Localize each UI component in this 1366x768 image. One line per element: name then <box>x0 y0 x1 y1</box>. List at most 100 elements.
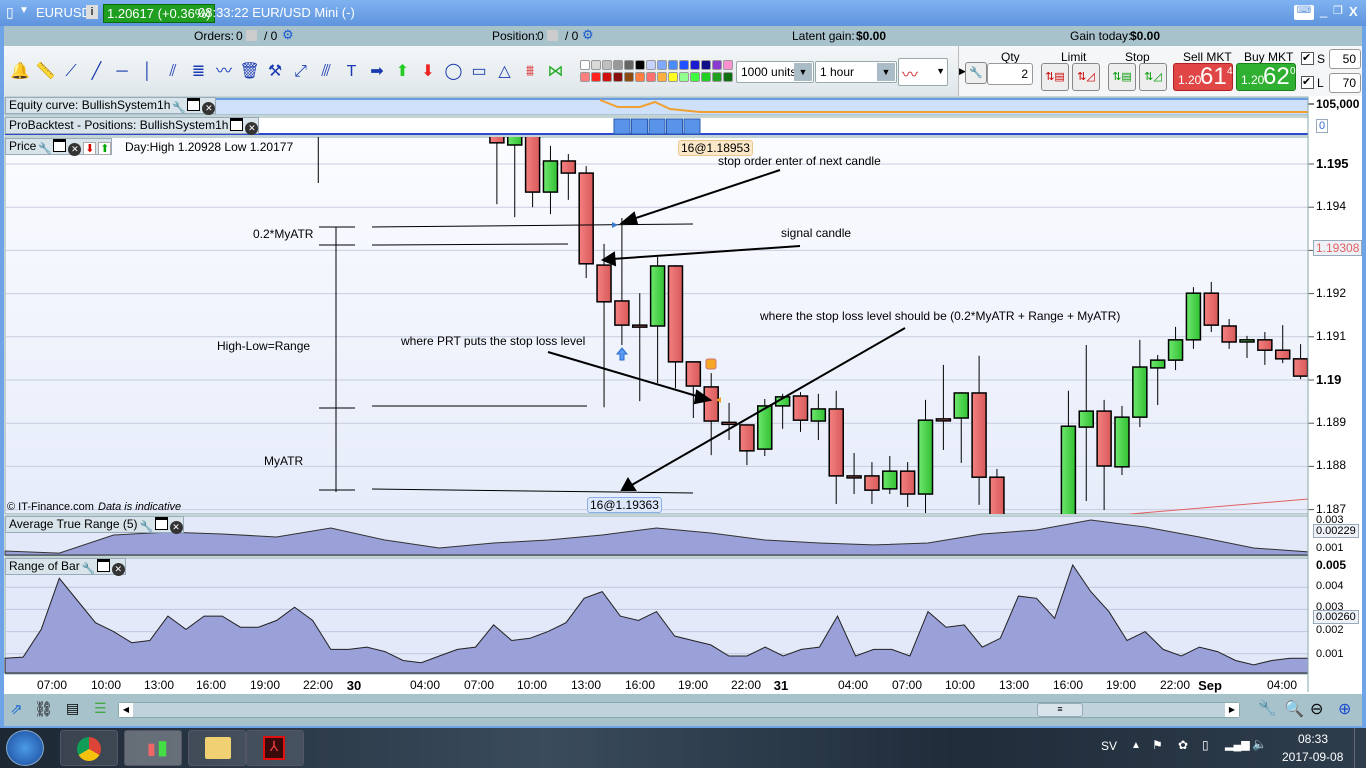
time-axis-label: 10:00 <box>90 678 122 692</box>
candle-bearish <box>1274 349 1291 360</box>
price-axis-label: 1.191 <box>1316 328 1347 343</box>
candle-bearish <box>1221 325 1237 343</box>
wrench-icon[interactable]: 🔧 <box>82 563 96 576</box>
candle-bullish <box>1078 410 1095 428</box>
move-down-icon[interactable]: ⬇ <box>83 142 97 155</box>
window-icon[interactable] <box>154 517 168 530</box>
window-icon[interactable] <box>187 98 201 111</box>
candle-bearish <box>935 418 952 422</box>
time-axis-label: 16:00 <box>624 678 656 692</box>
time-axis-label: 30 <box>346 678 362 693</box>
time-axis-label: 19:00 <box>249 678 281 692</box>
window-icon[interactable] <box>230 118 244 131</box>
candle-bearish <box>1203 292 1220 326</box>
day-range-label: Day:High 1.20928 Low 1.20177 <box>125 140 294 154</box>
wrench-icon[interactable]: 🔧 <box>140 521 154 534</box>
close-icon[interactable]: ✕ <box>111 563 125 576</box>
candle-bearish <box>1257 339 1273 351</box>
close-icon[interactable]: ✕ <box>202 102 216 115</box>
clock-time[interactable]: 08:33 <box>1298 732 1328 746</box>
range-of-bar-panel-header: Range of Bar 🔧 ✕ <box>5 558 126 576</box>
language-indicator[interactable]: SV <box>1101 739 1117 753</box>
zoom-out-icon[interactable]: ⊖ <box>1310 699 1323 719</box>
candlestick-icon: ▮ <box>147 741 156 758</box>
list-icon[interactable]: ▤ <box>66 700 79 717</box>
time-axis-label: 13:00 <box>570 678 602 692</box>
time-axis-label: 13:00 <box>143 678 175 692</box>
wrench-icon[interactable]: 🔧 <box>172 102 186 115</box>
order-label-top[interactable]: 16@1.18953 <box>678 140 753 156</box>
candle-bearish <box>1096 410 1112 467</box>
equity-axis-label: 105,000 <box>1316 97 1360 111</box>
clock-date[interactable]: 2017-09-08 <box>1282 750 1343 764</box>
time-axis-label: 16:00 <box>1052 678 1084 692</box>
candle-bearish <box>685 361 702 387</box>
taskbar-acrobat[interactable]: ⅄ <box>246 730 304 766</box>
copyright-text: © IT-Finance.com <box>7 501 94 513</box>
candle-bearish <box>596 264 612 303</box>
scroll-left-icon[interactable]: ◀ <box>119 703 133 717</box>
taskbar-chrome[interactable] <box>60 730 118 766</box>
price-axis-label: 1.189 <box>1316 415 1347 430</box>
candle-bullish <box>1167 339 1184 361</box>
position-bar <box>631 118 648 135</box>
time-axis-label: 16:00 <box>195 678 227 692</box>
annotation-signal-candle: signal candle <box>781 226 852 240</box>
annotation-myatr: MyATR <box>264 454 304 468</box>
volume-icon[interactable]: 🔈 <box>1252 737 1267 751</box>
candle-bearish <box>524 137 541 193</box>
atr-tick: 0.001 <box>1316 542 1344 554</box>
window-icon[interactable] <box>53 139 67 152</box>
current-price-label: 1.19308 <box>1313 240 1363 256</box>
time-axis-label: 19:00 <box>677 678 709 692</box>
candle-bullish <box>542 160 559 193</box>
chart-type-icon[interactable]: ⛓ <box>34 700 53 718</box>
window-icon[interactable] <box>96 559 110 572</box>
start-button[interactable] <box>6 730 44 766</box>
time-axis-label: 22:00 <box>730 678 762 692</box>
network-signal-icon[interactable]: ▂▄▆ <box>1225 738 1250 751</box>
move-up-icon[interactable]: ⬆ <box>98 142 112 155</box>
action-center-flag-icon[interactable]: ⚑ <box>1152 738 1163 752</box>
folder-icon <box>205 737 231 759</box>
candle-bearish <box>792 395 809 421</box>
export-icon[interactable]: ⇗ <box>10 700 23 718</box>
time-axis-label: 10:00 <box>516 678 548 692</box>
close-icon[interactable]: ✕ <box>245 122 259 135</box>
price-axis-label: 1.195 <box>1316 156 1349 171</box>
horizontal-scrollbar[interactable]: ◀ ≡ ▶ <box>118 702 1240 718</box>
price-axis-label: 1.188 <box>1316 458 1347 473</box>
candle-bearish <box>1292 358 1308 377</box>
rob-current-label: 0.00260 <box>1313 610 1359 624</box>
wrench-icon[interactable]: 🔧 <box>38 143 52 156</box>
chart-settings-icon[interactable]: 🔧 <box>1258 699 1277 717</box>
order-book-icon[interactable]: ☰ <box>94 700 107 717</box>
chrome-icon <box>77 737 101 761</box>
close-icon[interactable]: ✕ <box>169 521 183 534</box>
candle-bullish <box>953 392 969 419</box>
show-desktop-button[interactable] <box>1354 728 1366 768</box>
candle-bearish <box>971 392 987 478</box>
candle-bullish <box>1114 416 1130 468</box>
time-axis-label: 07:00 <box>463 678 495 692</box>
price-panel-header: Price 🔧 ✕ ⬇ ⬆ <box>5 138 113 156</box>
price-panel-title: Price <box>9 139 37 153</box>
taskbar-file-explorer[interactable] <box>188 730 246 766</box>
taskbar-prorealtime[interactable]: ▮ ▮ <box>124 730 182 766</box>
close-icon[interactable]: ✕ <box>68 143 82 156</box>
annotation-stop-order: stop order enter of next candle <box>718 154 881 168</box>
zoom-in-icon[interactable]: ⊕ <box>1338 699 1351 719</box>
order-label-bottom[interactable]: 16@1.19363 <box>587 497 662 513</box>
candle-bearish <box>721 421 737 426</box>
time-axis-label: 22:00 <box>1159 678 1191 692</box>
power-icon[interactable]: ▯ <box>1202 738 1209 752</box>
candle-bullish <box>1239 339 1255 343</box>
time-axis-label: 07:00 <box>891 678 923 692</box>
show-hidden-icons[interactable]: ▲ <box>1131 740 1141 751</box>
candle-bearish <box>899 470 916 495</box>
scroll-thumb[interactable]: ≡ <box>1037 703 1083 717</box>
sync-icon[interactable]: ✿ <box>1178 738 1188 752</box>
auto-zoom-icon[interactable]: 🔍 <box>1284 699 1304 719</box>
candle-bullish <box>1060 425 1077 514</box>
scroll-right-icon[interactable]: ▶ <box>1225 703 1239 717</box>
